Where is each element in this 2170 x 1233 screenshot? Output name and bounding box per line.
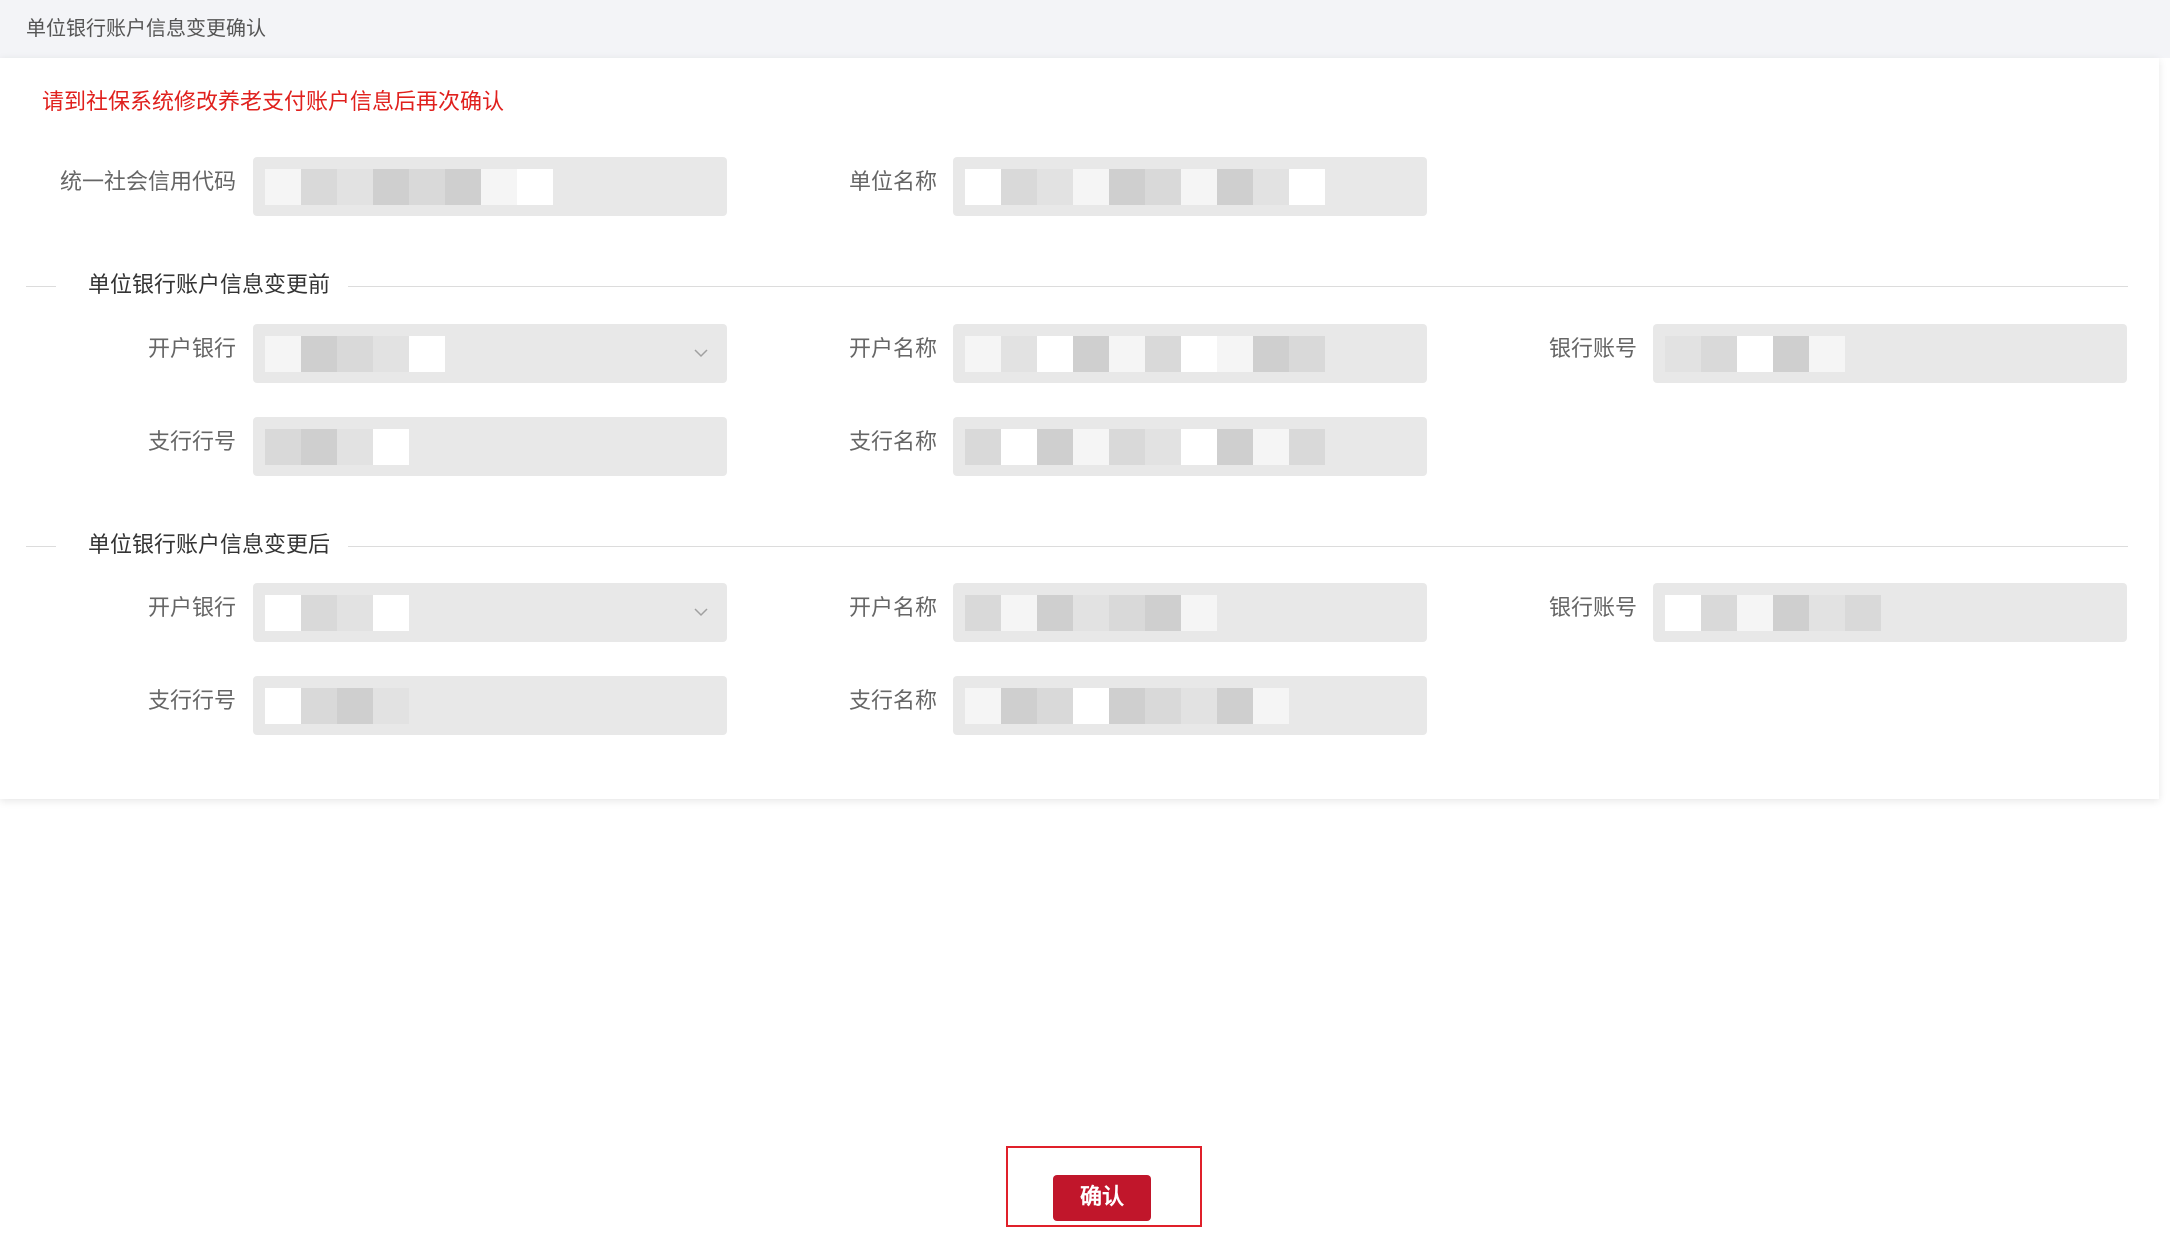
after-branch-no-field[interactable] [253,676,727,735]
page-header: 单位银行账户信息变更确认 [0,0,2170,58]
before-branch-no-field[interactable] [253,417,727,476]
after-account-no-label: 银行账号 [1548,596,1637,621]
section-after-title: 单位银行账户信息变更后 [88,533,331,558]
before-branch-no-label: 支行行号 [147,430,236,455]
company-name-field[interactable] [953,157,1427,216]
chevron-down-icon [694,349,708,358]
before-bank-label: 开户银行 [147,337,236,362]
credit-code-field[interactable] [253,157,727,216]
masked-value [965,169,1325,205]
masked-value [965,429,1325,465]
before-branch-name-field[interactable] [953,417,1427,476]
after-account-name-label: 开户名称 [848,596,937,621]
divider [26,286,56,287]
masked-value [265,169,553,205]
masked-value [1665,595,1881,631]
page-title: 单位银行账户信息变更确认 [26,16,266,40]
before-account-no-field[interactable] [1653,324,2127,383]
masked-value [265,595,409,631]
masked-value [965,336,1325,372]
form-card: 请到社保系统修改养老支付账户信息后再次确认 统一社会信用代码 单位名称 单位银行… [0,58,2159,799]
page-root: 单位银行账户信息变更确认 请到社保系统修改养老支付账户信息后再次确认 统一社会信… [0,0,2170,1233]
credit-code-label: 统一社会信用代码 [59,170,236,195]
before-account-name-field[interactable] [953,324,1427,383]
masked-value [1665,336,1845,372]
after-bank-label: 开户银行 [147,596,236,621]
before-account-name-label: 开户名称 [848,337,937,362]
confirm-button[interactable]: 确认 [1053,1175,1151,1221]
after-account-name-field[interactable] [953,583,1427,642]
after-branch-no-label: 支行行号 [147,689,236,714]
company-name-label: 单位名称 [848,170,937,195]
section-before-title: 单位银行账户信息变更前 [88,273,331,298]
section-before-header: 单位银行账户信息变更前 [26,271,2128,301]
masked-value [965,595,1217,631]
masked-value [265,429,409,465]
divider [348,546,2128,547]
before-branch-name-label: 支行名称 [848,430,937,455]
divider [26,546,56,547]
after-bank-select[interactable] [253,583,727,642]
masked-value [265,688,409,724]
confirm-highlight-box: 确认 [1006,1146,1202,1227]
chevron-down-icon [694,608,708,617]
warning-notice: 请到社保系统修改养老支付账户信息后再次确认 [42,90,505,115]
after-account-no-field[interactable] [1653,583,2127,642]
after-branch-name-field[interactable] [953,676,1427,735]
section-after-header: 单位银行账户信息变更后 [26,531,2128,561]
after-branch-name-label: 支行名称 [848,689,937,714]
before-bank-select[interactable] [253,324,727,383]
divider [348,286,2128,287]
before-account-no-label: 银行账号 [1548,337,1637,362]
masked-value [965,688,1289,724]
masked-value [265,336,445,372]
